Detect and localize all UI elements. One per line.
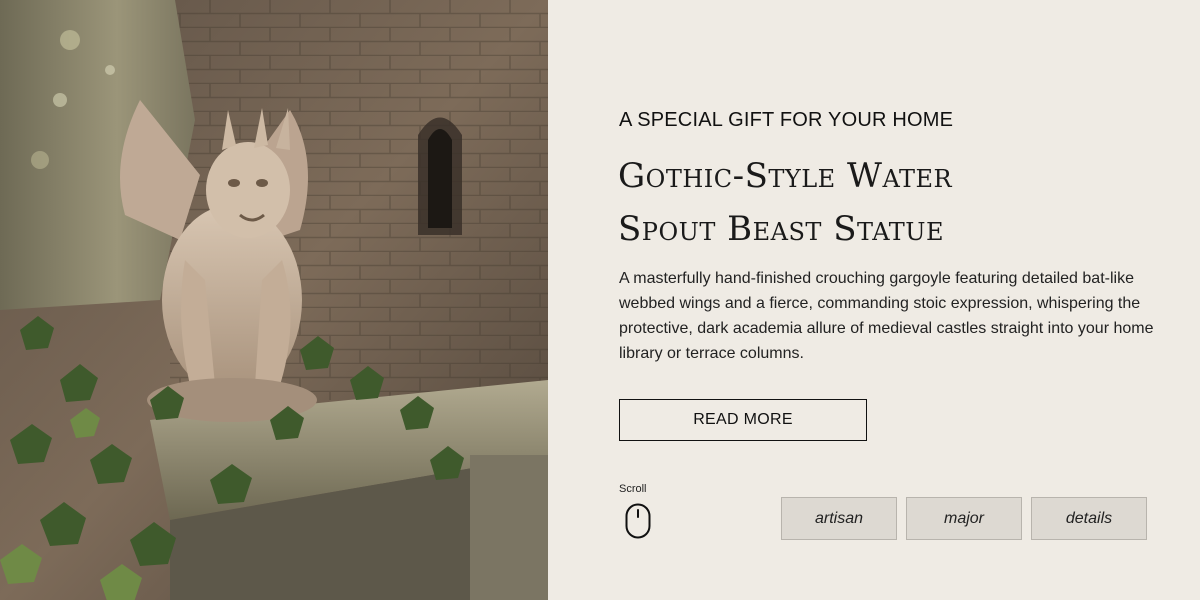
hero-image [0, 0, 548, 600]
tag-list: artisan major details [781, 497, 1147, 540]
tag-details[interactable]: details [1031, 497, 1147, 540]
page: A SPECIAL GIFT FOR YOUR HOME Gothic-Styl… [0, 0, 1200, 600]
tag-artisan[interactable]: artisan [781, 497, 897, 540]
mouse-icon [625, 503, 651, 539]
tag-major[interactable]: major [906, 497, 1022, 540]
kicker-text: A SPECIAL GIFT FOR YOUR HOME [619, 109, 954, 131]
title-line-2: Spout Beast Statue [618, 209, 945, 249]
product-description: A masterfully hand-finished crouching ga… [619, 270, 1154, 362]
read-more-button[interactable]: READ MORE [619, 399, 867, 441]
content-panel: A SPECIAL GIFT FOR YOUR HOME Gothic-Styl… [548, 0, 1200, 600]
gargoyle-photo [0, 0, 548, 600]
scroll-label: Scroll [619, 483, 647, 495]
page-title: Gothic-Style Water Spout Beast Statue [618, 150, 1178, 256]
title-line-1: Gothic-Style Water [618, 156, 953, 196]
scroll-indicator[interactable]: Scroll [619, 483, 659, 539]
